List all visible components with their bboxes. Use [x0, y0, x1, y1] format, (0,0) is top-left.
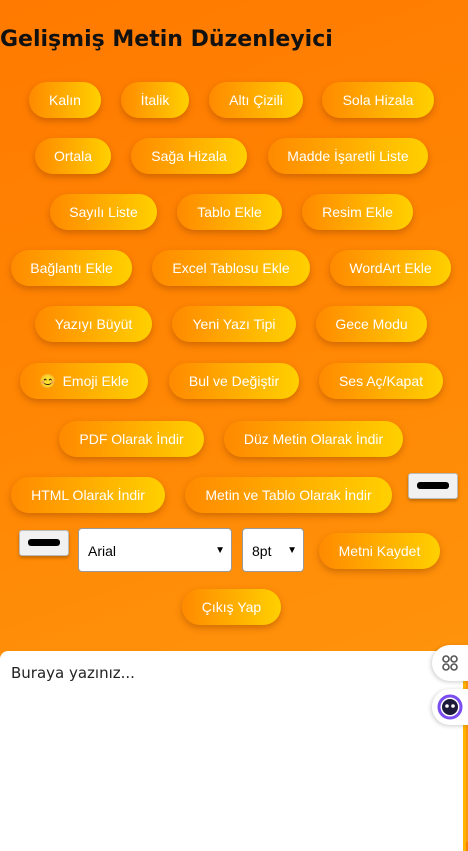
font-size-value: 8pt: [252, 543, 272, 559]
new-font-button[interactable]: Yeni Yazı Tipi: [172, 306, 296, 342]
command-icon: [442, 655, 458, 671]
sound-toggle-button[interactable]: Ses Aç/Kapat: [319, 363, 443, 399]
italic-button[interactable]: İtalik: [121, 82, 189, 118]
download-html-button[interactable]: HTML Olarak İndir: [11, 477, 165, 513]
numbered-list-button[interactable]: Sayılı Liste: [50, 194, 157, 230]
emoji-button-label: Emoji Ekle: [62, 373, 129, 389]
underline-button[interactable]: Altı Çizili: [209, 82, 303, 118]
save-button[interactable]: Metni Kaydet: [319, 533, 440, 569]
enlarge-text-button[interactable]: Yazıyı Büyüt: [35, 306, 152, 342]
side-shortcut-button[interactable]: [432, 645, 468, 681]
text-color-picker[interactable]: [408, 473, 458, 499]
night-mode-button[interactable]: Gece Modu: [316, 306, 427, 342]
find-replace-button[interactable]: Bul ve Değiştir: [169, 363, 299, 399]
side-assistant-button[interactable]: [432, 689, 468, 725]
text-color-swatch: [417, 482, 449, 489]
insert-image-button[interactable]: Resim Ekle: [302, 194, 413, 230]
align-right-button[interactable]: Sağa Hizala: [131, 138, 247, 174]
center-button[interactable]: Ortala: [35, 138, 111, 174]
page-title: Gelişmiş Metin Düzenleyici: [0, 27, 333, 52]
insert-link-button[interactable]: Bağlantı Ekle: [11, 250, 132, 286]
insert-wordart-button[interactable]: WordArt Ekle: [330, 250, 451, 286]
align-left-button[interactable]: Sola Hizala: [322, 82, 434, 118]
highlight-color-swatch: [28, 539, 60, 546]
text-editor[interactable]: Buraya yazınız...: [0, 651, 466, 851]
bold-button[interactable]: Kalın: [29, 82, 101, 118]
chevron-down-icon: ▼: [215, 545, 225, 556]
bullet-list-button[interactable]: Madde İşaretli Liste: [268, 138, 428, 174]
emoji-button[interactable]: 😊 Emoji Ekle: [20, 363, 148, 399]
font-family-select[interactable]: Arial ▼: [78, 528, 232, 572]
download-txt-button[interactable]: Düz Metin Olarak İndir: [224, 421, 403, 457]
logout-button[interactable]: Çıkış Yap: [182, 589, 281, 625]
download-text-table-button[interactable]: Metin ve Tablo Olarak İndir: [185, 477, 392, 513]
highlight-color-picker[interactable]: [19, 530, 69, 556]
chevron-down-icon: ▼: [287, 545, 297, 556]
insert-excel-button[interactable]: Excel Tablosu Ekle: [152, 250, 310, 286]
smiley-icon: 😊: [39, 373, 57, 389]
editor-placeholder: Buraya yazınız...: [11, 664, 135, 682]
font-size-select[interactable]: 8pt ▼: [242, 528, 304, 572]
insert-table-button[interactable]: Tablo Ekle: [177, 194, 282, 230]
font-family-value: Arial: [88, 543, 117, 559]
download-pdf-button[interactable]: PDF Olarak İndir: [59, 421, 204, 457]
assistant-icon: [437, 694, 463, 720]
